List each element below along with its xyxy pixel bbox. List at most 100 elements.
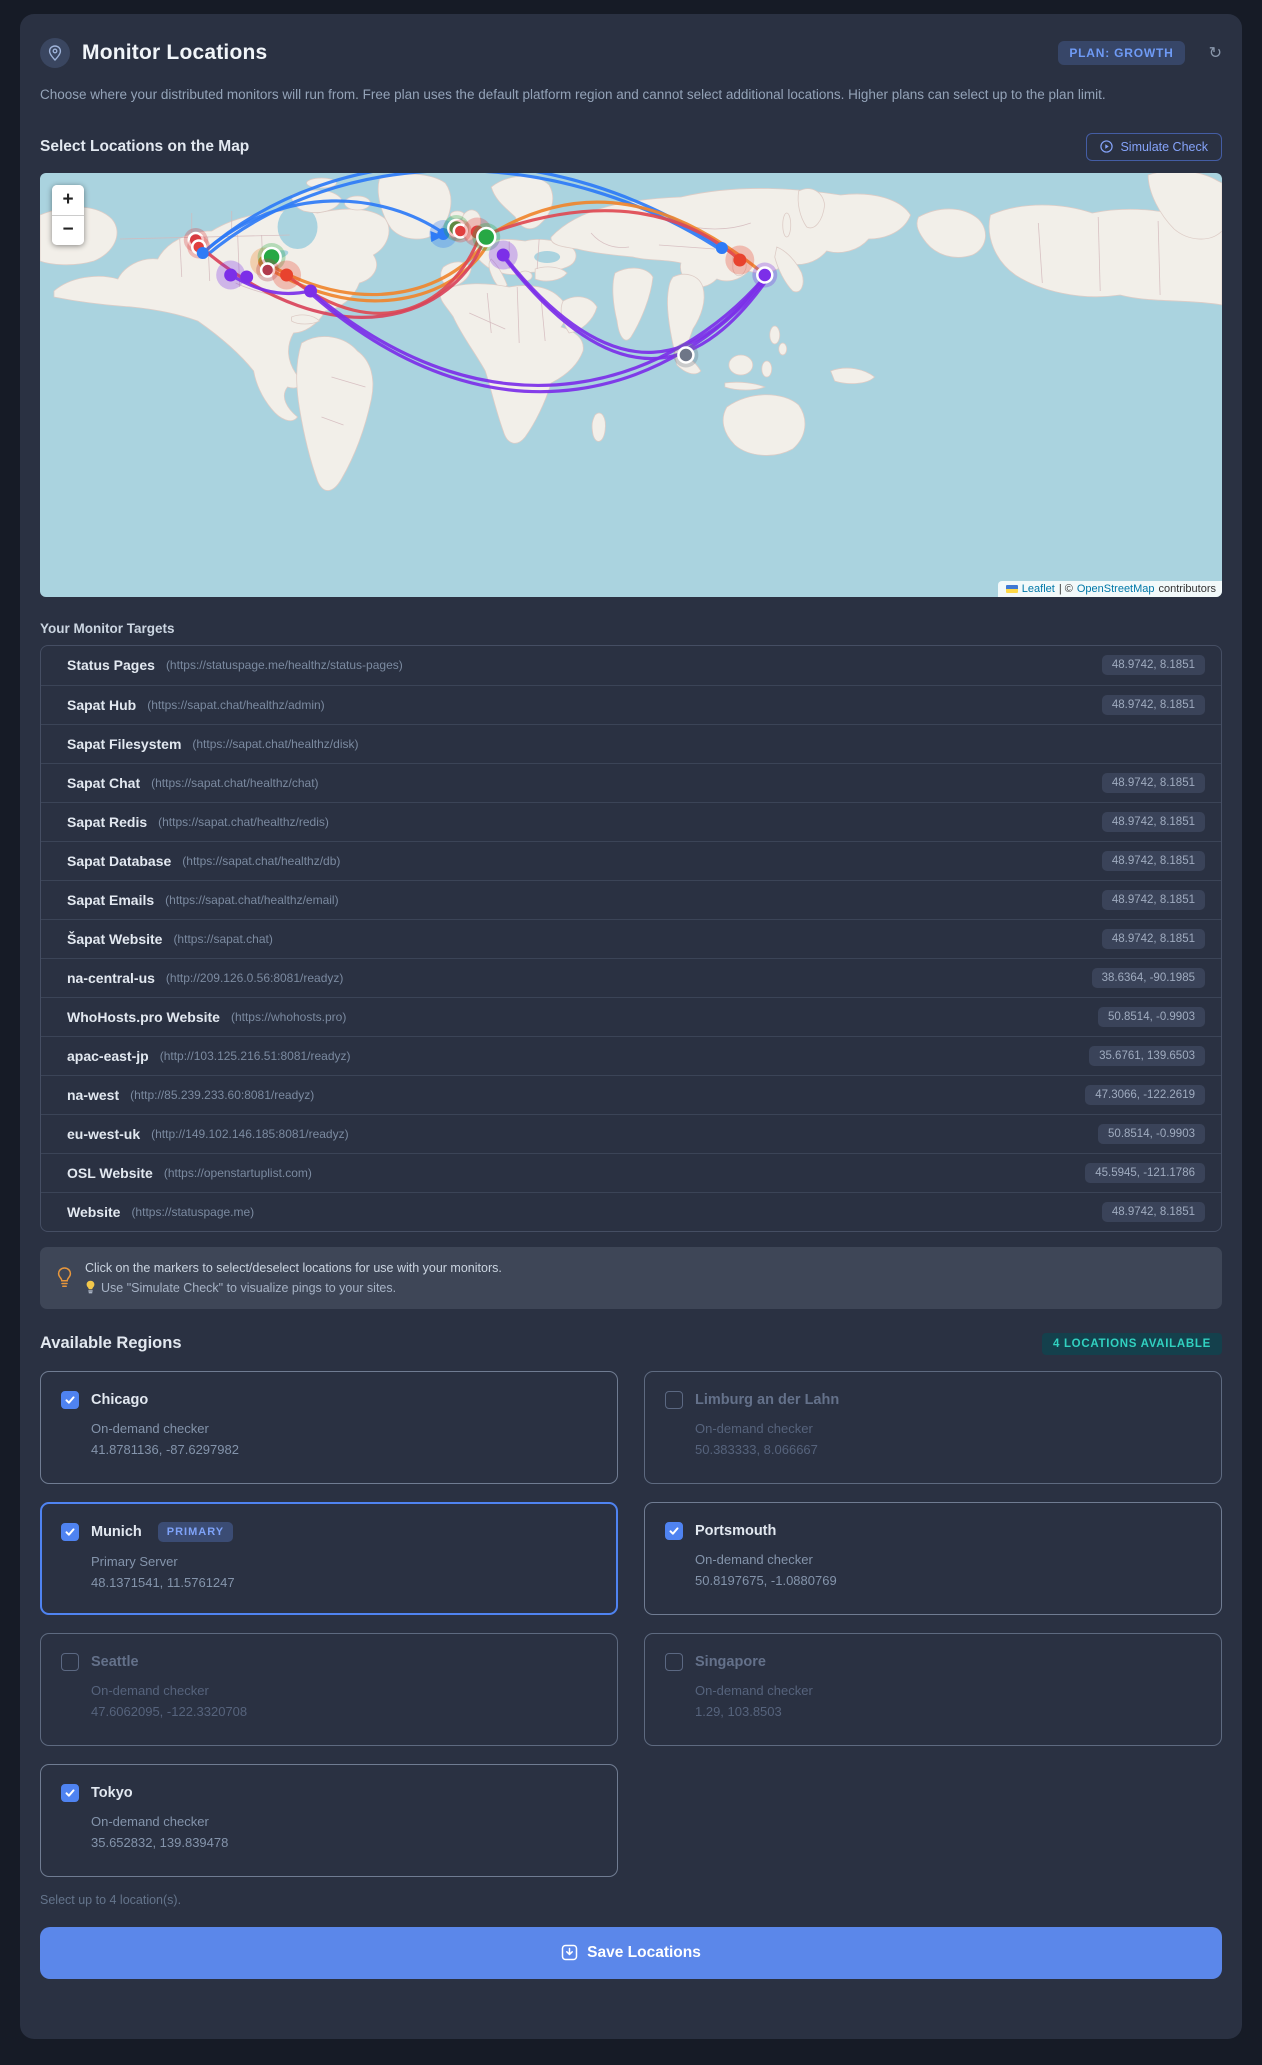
target-name: eu-west-uk: [67, 1125, 141, 1142]
region-coords: 50.8197675, -1.0880769: [695, 1573, 837, 1589]
map-marker[interactable]: [196, 246, 209, 259]
map-attribution: Leaflet | © OpenStreetMap contributors: [997, 580, 1222, 597]
target-row: na-west (http://85.239.233.60:8081/ready…: [41, 1074, 1221, 1114]
target-url: (https://sapat.chat): [173, 931, 273, 946]
zoom-out-button[interactable]: −: [52, 214, 84, 245]
map-marker[interactable]: [280, 268, 294, 282]
map-marker[interactable]: [224, 268, 238, 282]
target-url: (https://whohosts.pro): [230, 1009, 347, 1024]
target-coords-badge: 48.9742, 8.1851: [1101, 655, 1205, 676]
target-coords-badge: 48.9742, 8.1851: [1101, 772, 1205, 793]
region-type: On-demand checker: [695, 1420, 813, 1436]
regions-heading: Available Regions: [40, 1334, 182, 1353]
map-canvas: [40, 172, 1222, 491]
map-marker[interactable]: [715, 241, 728, 254]
save-locations-button[interactable]: Save Locations: [40, 1926, 1222, 1979]
region-checkbox[interactable]: [665, 1390, 683, 1409]
target-name: na-west: [67, 1086, 120, 1103]
target-url: (http://149.102.146.185:8081/readyz): [151, 1126, 349, 1141]
region-card[interactable]: Limburg an der Lahn On-demand checker 50…: [644, 1370, 1222, 1484]
target-name: Status Pages: [67, 657, 155, 674]
page-title: Monitor Locations: [82, 41, 268, 64]
location-pin-icon: [40, 38, 70, 68]
region-name: Seattle: [91, 1653, 139, 1670]
region-coords: 48.1371541, 11.5761247: [91, 1575, 235, 1591]
header: Monitor Locations PLAN: GROWTH ↻: [40, 38, 1222, 68]
region-coords: 1.29, 103.8503: [695, 1704, 782, 1720]
region-coords: 47.6062095, -122.3320708: [91, 1704, 248, 1720]
target-name: Šapat Website: [67, 930, 163, 947]
map-zoom-control: + −: [52, 184, 84, 245]
region-type: On-demand checker: [91, 1420, 209, 1436]
selection-limit-note: Select up to 4 location(s).: [40, 1892, 182, 1907]
map-section-title: Select Locations on the Map: [40, 137, 250, 155]
target-row: WhoHosts.pro Website (https://whohosts.p…: [41, 996, 1221, 1036]
target-name: na-central-us: [67, 969, 155, 986]
region-name: Limburg an der Lahn: [695, 1391, 840, 1408]
region-card[interactable]: Portsmouth On-demand checker 50.8197675,…: [644, 1501, 1222, 1615]
target-coords-badge: 48.9742, 8.1851: [1101, 928, 1205, 949]
target-coords-badge: 38.6364, -90.1985: [1091, 967, 1205, 988]
target-name: Sapat Chat: [67, 774, 141, 791]
target-row: Sapat Redis (https://sapat.chat/healthz/…: [41, 801, 1221, 841]
region-checkbox[interactable]: [61, 1390, 79, 1409]
target-coords-badge: 50.8514, -0.9903: [1098, 1123, 1205, 1144]
page-description: Choose where your distributed monitors w…: [40, 87, 1106, 102]
region-type: On-demand checker: [91, 1682, 209, 1698]
targets-list: Status Pages (https://statuspage.me/heal…: [40, 644, 1222, 1232]
leaflet-link[interactable]: Leaflet: [1022, 583, 1055, 595]
target-row: Status Pages (https://statuspage.me/heal…: [41, 646, 1221, 685]
simulate-check-button[interactable]: Simulate Check: [1086, 132, 1222, 161]
world-map[interactable]: + − Leaflet | © OpenStreetMap contributo…: [40, 172, 1222, 597]
map-marker[interactable]: [677, 346, 695, 364]
map-marker[interactable]: [476, 226, 497, 248]
target-coords-badge: 48.9742, 8.1851: [1101, 1201, 1205, 1222]
refresh-icon[interactable]: ↻: [1209, 43, 1222, 63]
target-row: Sapat Database (https://sapat.chat/healt…: [41, 840, 1221, 880]
region-coords: 35.652832, 139.839478: [91, 1835, 229, 1851]
tip-line-2: Use "Simulate Check" to visualize pings …: [85, 1278, 502, 1298]
region-checkbox[interactable]: [61, 1522, 79, 1541]
region-card[interactable]: Chicago On-demand checker 41.8781136, -8…: [40, 1370, 618, 1484]
region-checkbox[interactable]: [665, 1521, 683, 1540]
target-url: (https://statuspage.me): [131, 1204, 255, 1219]
region-card[interactable]: Tokyo On-demand checker 35.652832, 139.8…: [40, 1763, 618, 1877]
region-name: Tokyo: [91, 1784, 133, 1801]
osm-link[interactable]: OpenStreetMap: [1077, 583, 1155, 595]
target-name: Sapat Filesystem: [67, 735, 182, 752]
target-url: (https://statuspage.me/healthz/status-pa…: [165, 658, 403, 673]
map-marker[interactable]: [733, 253, 747, 267]
region-card[interactable]: Singapore On-demand checker 1.29, 103.85…: [644, 1632, 1222, 1746]
target-row: Website (https://statuspage.me) 48.9742,…: [41, 1191, 1221, 1231]
primary-badge: PRIMARY: [157, 1521, 234, 1542]
region-name: Singapore: [695, 1653, 766, 1670]
tip-box: Click on the markers to select/deselect …: [40, 1246, 1222, 1309]
target-row: na-central-us (http://209.126.0.56:8081/…: [41, 957, 1221, 997]
region-name: Portsmouth: [695, 1522, 777, 1539]
region-checkbox[interactable]: [61, 1652, 79, 1671]
target-coords-badge: 48.9742, 8.1851: [1101, 811, 1205, 832]
target-url: (http://85.239.233.60:8081/readyz): [130, 1087, 315, 1102]
targets-heading: Your Monitor Targets: [40, 620, 175, 636]
map-marker[interactable]: [240, 270, 254, 284]
target-url: (https://sapat.chat/healthz/chat): [151, 775, 319, 790]
play-circle-icon: [1100, 140, 1114, 154]
target-row: Sapat Chat (https://sapat.chat/healthz/c…: [41, 762, 1221, 802]
region-checkbox[interactable]: [665, 1652, 683, 1671]
region-checkbox[interactable]: [61, 1783, 79, 1802]
ukraine-flag-icon: [1005, 584, 1018, 593]
target-name: Website: [67, 1203, 121, 1220]
region-card[interactable]: Seattle On-demand checker 47.6062095, -1…: [40, 1632, 618, 1746]
target-name: WhoHosts.pro Website: [67, 1008, 220, 1025]
target-coords-badge: 48.9742, 8.1851: [1101, 850, 1205, 871]
map-marker[interactable]: [496, 248, 510, 262]
region-card[interactable]: Munich PRIMARY Primary Server 48.1371541…: [40, 1501, 618, 1615]
target-name: Sapat Emails: [67, 891, 155, 908]
monitor-locations-panel: Monitor Locations PLAN: GROWTH ↻ Choose …: [20, 14, 1242, 2039]
target-row: eu-west-uk (http://149.102.146.185:8081/…: [41, 1113, 1221, 1153]
region-name: Munich: [91, 1523, 142, 1540]
map-marker[interactable]: [304, 284, 318, 298]
zoom-in-button[interactable]: +: [52, 184, 84, 215]
map-marker[interactable]: [756, 266, 774, 284]
target-name: Sapat Hub: [67, 696, 137, 713]
